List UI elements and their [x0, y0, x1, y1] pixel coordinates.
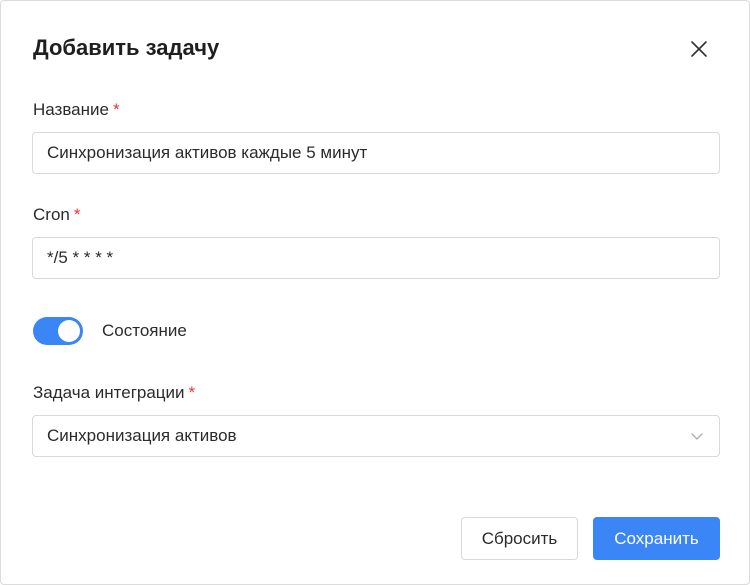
cron-input-value: */5 * * * *: [47, 248, 114, 267]
integration-task-selected-value: Синхронизация активов: [47, 426, 237, 445]
reset-button[interactable]: Сбросить: [461, 517, 578, 560]
required-mark: *: [112, 100, 120, 119]
close-icon[interactable]: [687, 37, 711, 61]
cron-input[interactable]: */5 * * * *: [32, 237, 720, 279]
save-button[interactable]: Сохранить: [593, 517, 720, 560]
cron-label-text: Cron: [33, 205, 70, 224]
cron-field-label: Cron *: [33, 204, 80, 226]
name-label-text: Название: [33, 100, 109, 119]
state-toggle-label: Состояние: [102, 321, 187, 340]
toggle-knob: [58, 320, 80, 342]
state-toggle[interactable]: [33, 317, 83, 345]
chevron-down-icon: [691, 433, 703, 440]
integration-task-label-text: Задача интеграции: [33, 383, 185, 402]
name-input[interactable]: Синхронизация активов каждые 5 минут: [32, 132, 720, 174]
name-field-label: Название *: [33, 99, 120, 121]
dialog-title: Добавить задачу: [33, 35, 220, 60]
integration-task-field-label: Задача интеграции *: [33, 382, 195, 404]
add-task-dialog: Добавить задачу Название * Синхронизация …: [0, 0, 750, 585]
name-input-value: Синхронизация активов каждые 5 минут: [47, 143, 368, 162]
required-mark: *: [73, 205, 81, 224]
required-mark: *: [188, 383, 196, 402]
close-button[interactable]: [687, 37, 711, 61]
integration-task-select[interactable]: Синхронизация активов: [32, 415, 720, 457]
